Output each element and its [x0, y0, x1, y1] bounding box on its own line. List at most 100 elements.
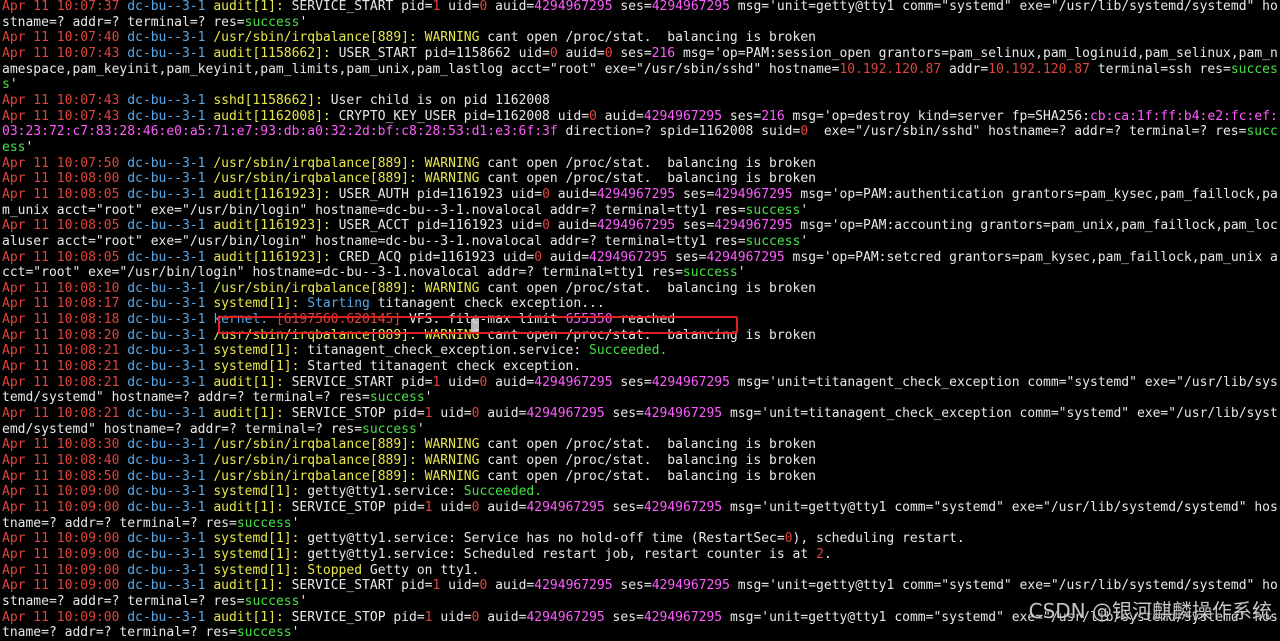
log-segment: Apr 11 10:09:00: [2, 609, 128, 625]
log-segment: Apr 11 10:09:00: [2, 500, 128, 515]
log-segment: USER_AUTH pid=1161923 uid=: [338, 186, 543, 202]
log-segment: audit[1]:: [213, 406, 292, 422]
log-segment: ': [291, 515, 300, 531]
log-segment: ': [416, 421, 425, 437]
log-segment: getty@tty1.service: Service has no hold-…: [307, 531, 785, 547]
log-segment: 4294967295: [651, 578, 730, 594]
log-segment: 10.192.120.87: [988, 61, 1090, 77]
log-segment: audit[1]:: [213, 374, 292, 390]
log-line: Apr 11 10:09:00 dc-bu--3-1 audit[1]: SER…: [2, 500, 1280, 531]
log-segment: 0: [549, 45, 558, 61]
log-segment: success: [745, 202, 801, 218]
log-segment: ': [9, 77, 18, 93]
log-segment: dc-bu--3-1: [127, 578, 214, 594]
log-segment: 4294967295: [714, 186, 793, 202]
log-segment: dc-bu--3-1: [127, 359, 214, 375]
log-segment: sshd[1158662]:: [213, 92, 331, 108]
log-segment: audit[1]:: [213, 578, 292, 594]
log-segment: /usr/sbin/irqbalance[889]: WARNING: [213, 171, 488, 187]
log-segment: uid=: [432, 609, 472, 625]
log-segment: dc-bu--3-1: [127, 562, 214, 578]
log-segment: Started titanagent check exception.: [307, 359, 582, 375]
log-segment: auid=: [479, 500, 527, 515]
log-segment: SERVICE_STOP pid=: [291, 500, 425, 515]
log-segment: auid=: [549, 218, 597, 234]
log-segment: 4294967295: [534, 578, 613, 594]
log-segment: ses=: [675, 186, 715, 202]
log-segment: titanagent_check_exception.service:: [307, 343, 590, 359]
log-segment: dc-bu--3-1: [127, 546, 214, 562]
log-segment: /usr/sbin/irqbalance[889]: WARNING: [213, 453, 488, 469]
log-segment: SERVICE_STOP pid=: [291, 609, 425, 625]
log-segment: uid=: [440, 0, 480, 14]
log-segment: Apr 11 10:07:43: [2, 45, 128, 61]
log-segment: /usr/sbin/irqbalance[889]: WARNING: [213, 437, 488, 453]
log-segment: ': [299, 593, 308, 609]
log-line: Apr 11 10:08:17 dc-bu--3-1 systemd[1]: S…: [2, 296, 1280, 312]
log-line: Apr 11 10:07:40 dc-bu--3-1 /usr/sbin/irq…: [2, 30, 1280, 46]
log-segment: dc-bu--3-1: [127, 468, 214, 484]
log-segment: 4294967295: [526, 406, 605, 422]
log-segment: 216: [761, 108, 785, 124]
log-line: Apr 11 10:07:43 dc-bu--3-1 audit[1158662…: [2, 46, 1280, 93]
log-segment: 4294967295: [651, 374, 730, 390]
log-segment: Apr 11 10:08:30: [2, 437, 128, 453]
log-line: Apr 11 10:08:21 dc-bu--3-1 audit[1]: SER…: [2, 406, 1280, 437]
log-segment: terminal=ssh res=: [1089, 61, 1231, 77]
log-segment: auid=: [542, 249, 590, 265]
log-segment: auid=: [487, 578, 535, 594]
log-line: Apr 11 10:09:00 dc-bu--3-1 systemd[1]: g…: [2, 531, 1280, 547]
log-line: Apr 11 10:08:10 dc-bu--3-1 /usr/sbin/irq…: [2, 281, 1280, 297]
log-segment: ': [424, 390, 433, 406]
log-segment: dc-bu--3-1: [127, 0, 214, 14]
log-segment: dc-bu--3-1: [127, 343, 214, 359]
log-line: Apr 11 10:08:05 dc-bu--3-1 audit[1161923…: [2, 218, 1280, 249]
log-segment: ': [25, 139, 34, 155]
log-segment: dc-bu--3-1: [127, 374, 214, 390]
log-segment: ), scheduling restart.: [792, 531, 965, 547]
log-segment: Apr 11 10:09:00: [2, 562, 128, 578]
log-segment: ses=: [612, 45, 652, 61]
log-segment: SERVICE_START pid=: [291, 374, 433, 390]
log-segment: systemd[1]:: [213, 343, 308, 359]
log-segment: uid=: [432, 406, 472, 422]
log-line: Apr 11 10:07:50 dc-bu--3-1 /usr/sbin/irq…: [2, 156, 1280, 172]
log-segment: Apr 11 10:08:18: [2, 312, 128, 328]
log-segment: success: [244, 593, 300, 609]
log-line: Apr 11 10:08:21 dc-bu--3-1 systemd[1]: t…: [2, 343, 1280, 359]
log-line: Apr 11 10:08:21 dc-bu--3-1 audit[1]: SER…: [2, 375, 1280, 406]
log-segment: dc-bu--3-1: [127, 249, 214, 265]
log-segment: 4294967295: [643, 609, 723, 625]
log-segment: uid=: [432, 500, 472, 515]
log-segment: getty@tty1.service: Scheduled restart jo…: [307, 546, 816, 562]
log-segment: ses=: [675, 218, 715, 234]
log-segment: 4294967295: [526, 500, 605, 515]
log-line: Apr 11 10:09:00 dc-bu--3-1 systemd[1]: S…: [2, 563, 1280, 579]
log-segment: 0: [542, 186, 550, 202]
log-segment: .: [823, 546, 832, 562]
log-segment: auid=: [549, 186, 597, 202]
log-line: Apr 11 10:08:30 dc-bu--3-1 /usr/sbin/irq…: [2, 437, 1280, 453]
log-segment: Apr 11 10:08:00: [2, 171, 128, 187]
log-segment: Stopped: [307, 562, 370, 578]
log-segment: systemd[1]:: [213, 531, 308, 547]
log-segment: dc-bu--3-1: [127, 406, 214, 422]
log-segment: USER_ACCT pid=1161923 uid=: [338, 218, 543, 234]
log-segment: 4294967295: [596, 218, 676, 234]
log-segment: auid=: [479, 406, 527, 422]
log-segment: ses=: [604, 406, 644, 422]
log-segment: ': [299, 14, 308, 30]
log-line: Apr 11 10:08:05 dc-bu--3-1 audit[1161923…: [2, 187, 1280, 218]
log-segment: 4294967295: [643, 500, 723, 515]
log-segment: titanagent check exception...: [377, 296, 605, 312]
log-segment: systemd[1]:: [213, 562, 308, 578]
log-segment: dc-bu--3-1: [127, 531, 214, 547]
log-segment: dc-bu--3-1: [127, 30, 214, 46]
log-segment: 4294967295: [643, 406, 723, 422]
log-segment: Apr 11 10:08:40: [2, 453, 128, 469]
log-line: Apr 11 10:08:40 dc-bu--3-1 /usr/sbin/irq…: [2, 453, 1280, 469]
log-segment: ses=: [604, 609, 644, 625]
log-line: Apr 11 10:08:00 dc-bu--3-1 /usr/sbin/irq…: [2, 171, 1280, 187]
log-segment: audit[1161923]:: [213, 186, 339, 202]
text-cursor: [471, 319, 479, 332]
